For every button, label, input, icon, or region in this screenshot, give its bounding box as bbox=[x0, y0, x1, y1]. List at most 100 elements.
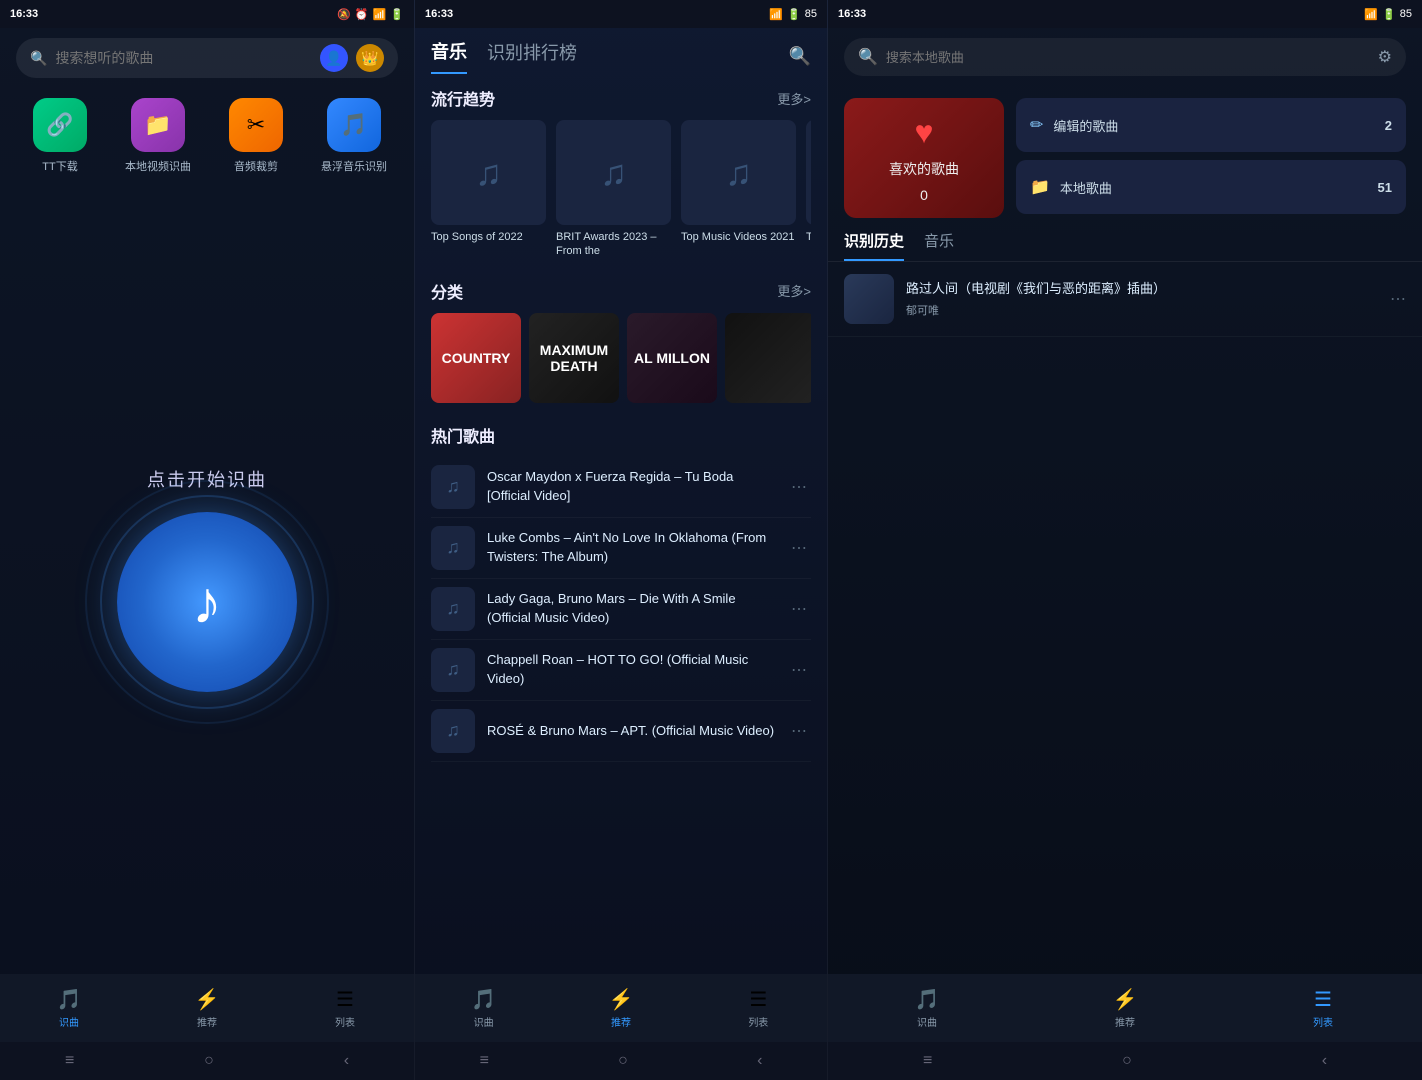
nav-identify-3[interactable]: 🎵 识曲 bbox=[828, 987, 1026, 1029]
nav-recommend-label-3: 推荐 bbox=[1115, 1014, 1135, 1029]
nav-list-3[interactable]: ☰ 列表 bbox=[1224, 987, 1422, 1029]
menu-sys-icon-3[interactable]: ≡ bbox=[923, 1052, 932, 1070]
nav-identify-1[interactable]: 🎵 识曲 bbox=[0, 987, 138, 1029]
category-card-dark[interactable] bbox=[725, 313, 811, 403]
category-card-millon[interactable]: AL MILLON bbox=[627, 313, 717, 403]
song-more-4[interactable]: ⋯ bbox=[787, 656, 811, 684]
local-video-icon: 📁 bbox=[131, 98, 185, 152]
song-title-3: Lady Gaga, Bruno Mars – Die With A Smile… bbox=[487, 590, 775, 626]
favorites-card[interactable]: ♥ 喜欢的歌曲 0 bbox=[844, 98, 1004, 218]
panel-identify: 16:33 🔕 ⏰ 📶 🔋 🔍 👤 👑 🔗 TT下载 📁 本地视频识曲 bbox=[0, 0, 414, 1080]
hot-song-item-5[interactable]: ♫ ROSÉ & Bruno Mars – APT. (Official Mus… bbox=[431, 701, 811, 762]
history-item-1[interactable]: 路过人间（电视剧《我们与恶的距离》插曲） 郁可唯 ⋯ bbox=[828, 262, 1422, 337]
menu-sys-icon-1[interactable]: ≡ bbox=[65, 1052, 74, 1070]
song-more-2[interactable]: ⋯ bbox=[787, 534, 811, 562]
local-songs-card[interactable]: 📁 本地歌曲 51 bbox=[1016, 160, 1406, 214]
sys-bar-2: ≡ ○ ‹ bbox=[415, 1042, 827, 1080]
edit-icon: ✏ bbox=[1030, 115, 1043, 135]
signal-icon-3: 📶 bbox=[1364, 8, 1378, 21]
home-sys-icon-1[interactable]: ○ bbox=[204, 1052, 214, 1070]
category-label-maximum: MAXIMUM DEATH bbox=[529, 337, 619, 379]
back-sys-icon-2[interactable]: ‹ bbox=[757, 1052, 762, 1070]
tab-music-3[interactable]: 音乐 bbox=[924, 230, 954, 261]
song-thumb-3: ♫ bbox=[431, 587, 475, 631]
local-songs-count: 51 bbox=[1378, 180, 1392, 195]
song-info-5: ROSÉ & Bruno Mars – APT. (Official Music… bbox=[487, 722, 775, 740]
category-card-country[interactable]: COUNTRY bbox=[431, 313, 521, 403]
category-row: COUNTRY MAXIMUM DEATH AL MILLON bbox=[431, 313, 811, 411]
p3-search-input[interactable] bbox=[886, 50, 1370, 65]
heart-icon: ♥ bbox=[915, 114, 934, 151]
hot-song-item-2[interactable]: ♫ Luke Combs – Ain't No Love In Oklahoma… bbox=[431, 518, 811, 579]
nav-list-icon-1: ☰ bbox=[336, 987, 354, 1012]
search-input-1[interactable] bbox=[55, 50, 312, 66]
folder-icon: 📁 bbox=[1030, 177, 1050, 197]
song-title-2: Luke Combs – Ain't No Love In Oklahoma (… bbox=[487, 529, 775, 565]
search-bar-1[interactable]: 🔍 👤 👑 bbox=[16, 38, 398, 78]
nav-list-1[interactable]: ☰ 列表 bbox=[276, 987, 414, 1029]
quick-action-tt-download[interactable]: 🔗 TT下载 bbox=[16, 98, 104, 174]
home-sys-icon-3[interactable]: ○ bbox=[1122, 1052, 1132, 1070]
hot-song-item-1[interactable]: ♫ Oscar Maydon x Fuerza Regida – Tu Boda… bbox=[431, 457, 811, 518]
tab-identify-chart[interactable]: 识别排行榜 bbox=[487, 39, 577, 73]
tab-history[interactable]: 识别历史 bbox=[844, 230, 904, 261]
crown-icon[interactable]: 👑 bbox=[356, 44, 384, 72]
nav-list-2[interactable]: ☰ 列表 bbox=[690, 987, 827, 1029]
nav-recommend-icon-3: ⚡ bbox=[1113, 987, 1138, 1012]
quick-action-local-video[interactable]: 📁 本地视频识曲 bbox=[114, 98, 202, 174]
category-header: 分类 更多> bbox=[431, 279, 811, 303]
nav-recommend-1[interactable]: ⚡ 推荐 bbox=[138, 987, 276, 1029]
nav-identify-2[interactable]: 🎵 识曲 bbox=[415, 987, 552, 1029]
hot-song-item-4[interactable]: ♫ Chappell Roan – HOT TO GO! (Official M… bbox=[431, 640, 811, 701]
edit-songs-card[interactable]: ✏ 编辑的歌曲 2 bbox=[1016, 98, 1406, 152]
battery-icon-2: 🔋 bbox=[787, 8, 801, 21]
battery-num-2: 85 bbox=[805, 8, 817, 20]
nav-recommend-label-2: 推荐 bbox=[611, 1014, 631, 1029]
song-more-5[interactable]: ⋯ bbox=[787, 717, 811, 745]
song-more-3[interactable]: ⋯ bbox=[787, 595, 811, 623]
song-info-3: Lady Gaga, Bruno Mars – Die With A Smile… bbox=[487, 590, 775, 626]
nav-recommend-3[interactable]: ⚡ 推荐 bbox=[1026, 987, 1224, 1029]
home-sys-icon-2[interactable]: ○ bbox=[618, 1052, 628, 1070]
float-identify-label: 悬浮音乐识别 bbox=[321, 158, 387, 174]
menu-sys-icon-2[interactable]: ≡ bbox=[480, 1052, 489, 1070]
hot-title: 热门歌曲 bbox=[431, 423, 495, 447]
trending-card-brit2023[interactable]: ♫ BRIT Awards 2023 – From the bbox=[556, 120, 671, 259]
nav-identify-icon-3: 🎵 bbox=[915, 987, 940, 1012]
hot-song-item-3[interactable]: ♫ Lady Gaga, Bruno Mars – Die With A Smi… bbox=[431, 579, 811, 640]
edit-songs-count: 2 bbox=[1385, 118, 1392, 133]
nav-recommend-2[interactable]: ⚡ 推荐 bbox=[552, 987, 689, 1029]
status-time-2: 16:33 bbox=[425, 8, 453, 20]
category-label-dark bbox=[765, 353, 775, 363]
trending-title-top2021: Top 2021 bbox=[806, 230, 811, 244]
song-info-2: Luke Combs – Ain't No Love In Oklahoma (… bbox=[487, 529, 775, 565]
avatar-icon[interactable]: 👤 bbox=[320, 44, 348, 72]
trending-card-top2021[interactable]: ♫ Top 2021 bbox=[806, 120, 811, 259]
hot-songs-section: 热门歌曲 ♫ Oscar Maydon x Fuerza Regida – Tu… bbox=[415, 411, 827, 762]
quick-actions-grid: 🔗 TT下载 📁 本地视频识曲 ✂ 音频裁剪 🎵 悬浮音乐识别 bbox=[16, 98, 398, 174]
category-card-maximum[interactable]: MAXIMUM DEATH bbox=[529, 313, 619, 403]
back-sys-icon-3[interactable]: ‹ bbox=[1322, 1052, 1327, 1070]
tab-search-icon-2[interactable]: 🔍 bbox=[789, 46, 811, 67]
back-sys-icon-1[interactable]: ‹ bbox=[344, 1052, 349, 1070]
p3-search-bar[interactable]: 🔍 ⚙ bbox=[844, 38, 1406, 76]
nav-identify-icon-1: 🎵 bbox=[57, 987, 82, 1012]
identify-circle-button[interactable]: ♪ bbox=[117, 512, 297, 692]
p3-setting-icon[interactable]: ⚙ bbox=[1378, 47, 1392, 67]
song-title-4: Chappell Roan – HOT TO GO! (Official Mus… bbox=[487, 651, 775, 687]
history-info-1: 路过人间（电视剧《我们与恶的距离》插曲） 郁可唯 bbox=[906, 280, 1378, 317]
trending-more[interactable]: 更多> bbox=[777, 89, 811, 108]
history-more-1[interactable]: ⋯ bbox=[1390, 289, 1406, 309]
tab-music-2[interactable]: 音乐 bbox=[431, 38, 467, 74]
trending-card-topmv[interactable]: ♫ Top Music Videos 2021 bbox=[681, 120, 796, 259]
category-more[interactable]: 更多> bbox=[777, 281, 811, 300]
song-more-1[interactable]: ⋯ bbox=[787, 473, 811, 501]
audio-cut-icon: ✂ bbox=[229, 98, 283, 152]
trending-music-icon-3: ♫ bbox=[725, 152, 752, 194]
song-title-5: ROSÉ & Bruno Mars – APT. (Official Music… bbox=[487, 722, 775, 740]
trending-card-top2022[interactable]: ♫ Top Songs of 2022 bbox=[431, 120, 546, 259]
panel1-content: 🔍 👤 👑 🔗 TT下载 📁 本地视频识曲 ✂ 音频裁剪 🎵 悬浮音乐识别 bbox=[0, 28, 414, 974]
wifi-icon: 📶 bbox=[373, 8, 387, 21]
quick-action-audio-cut[interactable]: ✂ 音频裁剪 bbox=[212, 98, 300, 174]
quick-action-float-identify[interactable]: 🎵 悬浮音乐识别 bbox=[310, 98, 398, 174]
